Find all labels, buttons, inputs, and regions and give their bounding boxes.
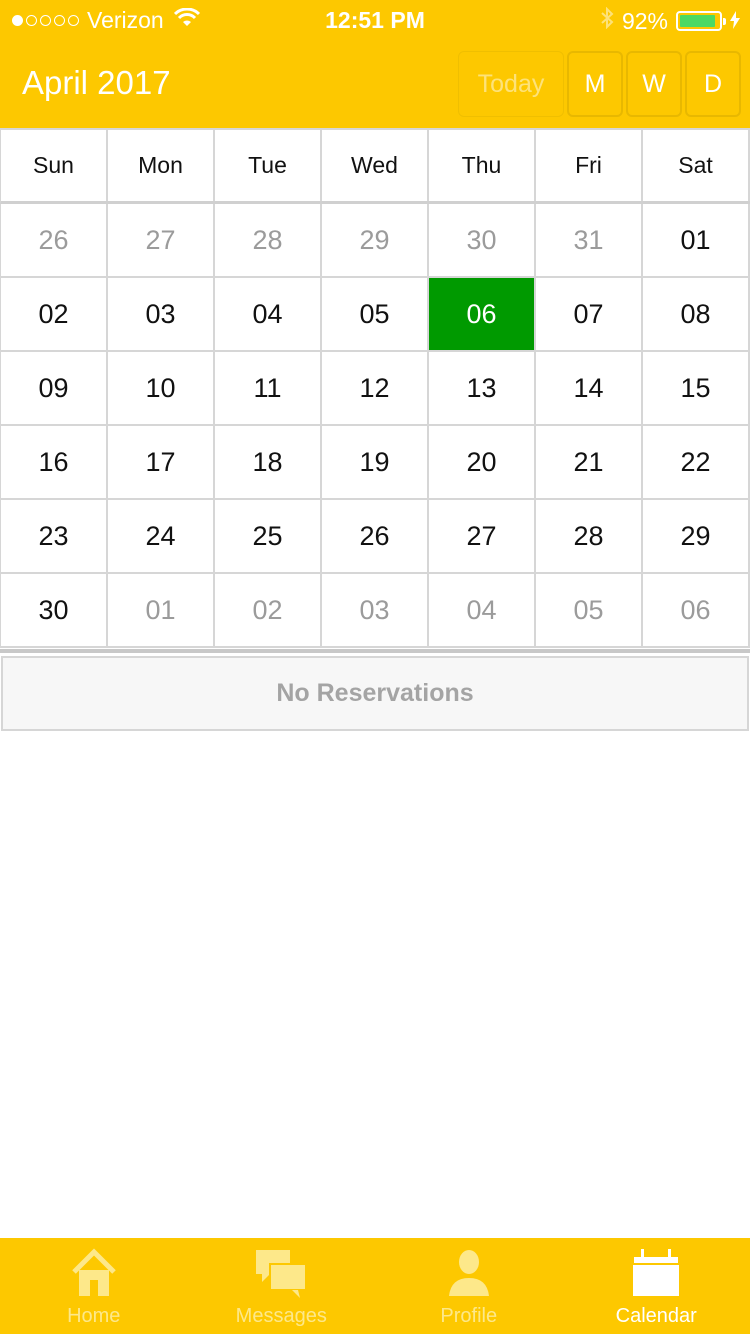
calendar-day[interactable]: 28 [536,500,643,574]
calendar-day[interactable]: 17 [108,426,215,500]
calendar-week-row: 23 24 25 26 27 28 29 [0,500,750,574]
weekday-label: Thu [429,128,536,201]
calendar-week-row: 16 17 18 19 20 21 22 [0,426,750,500]
weekday-label: Sat [643,128,750,201]
calendar-day[interactable]: 07 [536,278,643,352]
weekday-label: Tue [215,128,322,201]
tab-home[interactable]: Home [0,1238,188,1334]
calendar-day[interactable]: 01 [643,204,750,278]
tab-label: Profile [440,1305,498,1327]
calendar-week-row: 09 10 11 12 13 14 15 [0,352,750,426]
calendar-week-row: 02 03 04 05 06 07 08 [0,278,750,352]
calendar-day[interactable]: 20 [429,426,536,500]
calendar-day[interactable]: 16 [1,426,108,500]
calendar-day[interactable]: 13 [429,352,536,426]
status-bar: Verizon 12:51 PM 92% [0,0,750,40]
calendar-day[interactable]: 09 [1,352,108,426]
calendar-day[interactable]: 27 [108,204,215,278]
no-reservations-message: No Reservations [1,656,749,731]
calendar-day[interactable]: 27 [429,500,536,574]
charging-icon [730,8,740,35]
calendar-day[interactable]: 02 [1,278,108,352]
weekday-label: Mon [108,128,215,201]
tab-calendar[interactable]: Calendar [562,1238,750,1334]
bluetooth-icon [600,6,614,35]
calendar-day[interactable]: 30 [1,574,108,648]
calendar-day[interactable]: 18 [215,426,322,500]
calendar-day[interactable]: 26 [322,500,429,574]
calendar-day[interactable]: 31 [536,204,643,278]
calendar-week-row: 30 01 02 03 04 05 06 [0,574,750,648]
status-right: 92% [600,6,740,35]
calendar-header: April 2017 Today M W D [0,40,750,128]
calendar-day[interactable]: 02 [215,574,322,648]
home-icon [70,1248,118,1304]
day-view-button[interactable]: D [685,51,741,117]
calendar-day-selected[interactable]: 06 [429,278,536,352]
month-title: April 2017 [22,64,171,101]
tab-messages[interactable]: Messages [187,1238,375,1334]
calendar-day[interactable]: 30 [429,204,536,278]
week-view-button[interactable]: W [626,51,682,117]
today-button[interactable]: Today [458,51,564,117]
weekday-label: Wed [322,128,429,201]
profile-icon [447,1248,491,1304]
tab-bar: Home Messages Profile Calendar [0,1238,750,1334]
weekday-header-row: Sun Mon Tue Wed Thu Fri Sat [0,128,750,204]
calendar-day[interactable]: 14 [536,352,643,426]
calendar-day[interactable]: 06 [643,574,750,648]
weekday-label: Sun [1,128,108,201]
calendar-day[interactable]: 01 [108,574,215,648]
calendar-day[interactable]: 15 [643,352,750,426]
battery-percent: 92% [621,7,668,34]
calendar-day[interactable]: 04 [429,574,536,648]
calendar-day[interactable]: 23 [1,500,108,574]
battery-icon [676,11,726,31]
calendar-day[interactable]: 26 [1,204,108,278]
month-view-button[interactable]: M [567,51,623,117]
calendar-day[interactable]: 05 [322,278,429,352]
calendar-day[interactable]: 24 [108,500,215,574]
calendar-day[interactable]: 28 [215,204,322,278]
messages-icon [254,1248,308,1306]
grid-divider [0,649,750,653]
calendar-day[interactable]: 11 [215,352,322,426]
calendar-day[interactable]: 21 [536,426,643,500]
calendar-day[interactable]: 03 [108,278,215,352]
calendar-day[interactable]: 12 [322,352,429,426]
calendar-day[interactable]: 03 [322,574,429,648]
calendar-day-grid: 26 27 28 29 30 31 01 02 03 04 05 06 07 08 09 10 11 12 13 14… [0,204,750,648]
calendar-day[interactable]: 25 [215,500,322,574]
calendar-day[interactable]: 05 [536,574,643,648]
calendar-day[interactable]: 29 [322,204,429,278]
calendar-day[interactable]: 04 [215,278,322,352]
tab-label: Messages [235,1305,327,1327]
calendar-day[interactable]: 22 [643,426,750,500]
calendar-day[interactable]: 10 [108,352,215,426]
calendar-day[interactable]: 08 [643,278,750,352]
tab-profile[interactable]: Profile [375,1238,563,1334]
calendar-day[interactable]: 19 [322,426,429,500]
calendar-week-row: 26 27 28 29 30 31 01 [0,204,750,278]
calendar-icon [631,1248,681,1304]
tab-label: Calendar [615,1305,697,1327]
weekday-label: Fri [536,128,643,201]
calendar-day[interactable]: 29 [643,500,750,574]
tab-label: Home [67,1305,121,1327]
